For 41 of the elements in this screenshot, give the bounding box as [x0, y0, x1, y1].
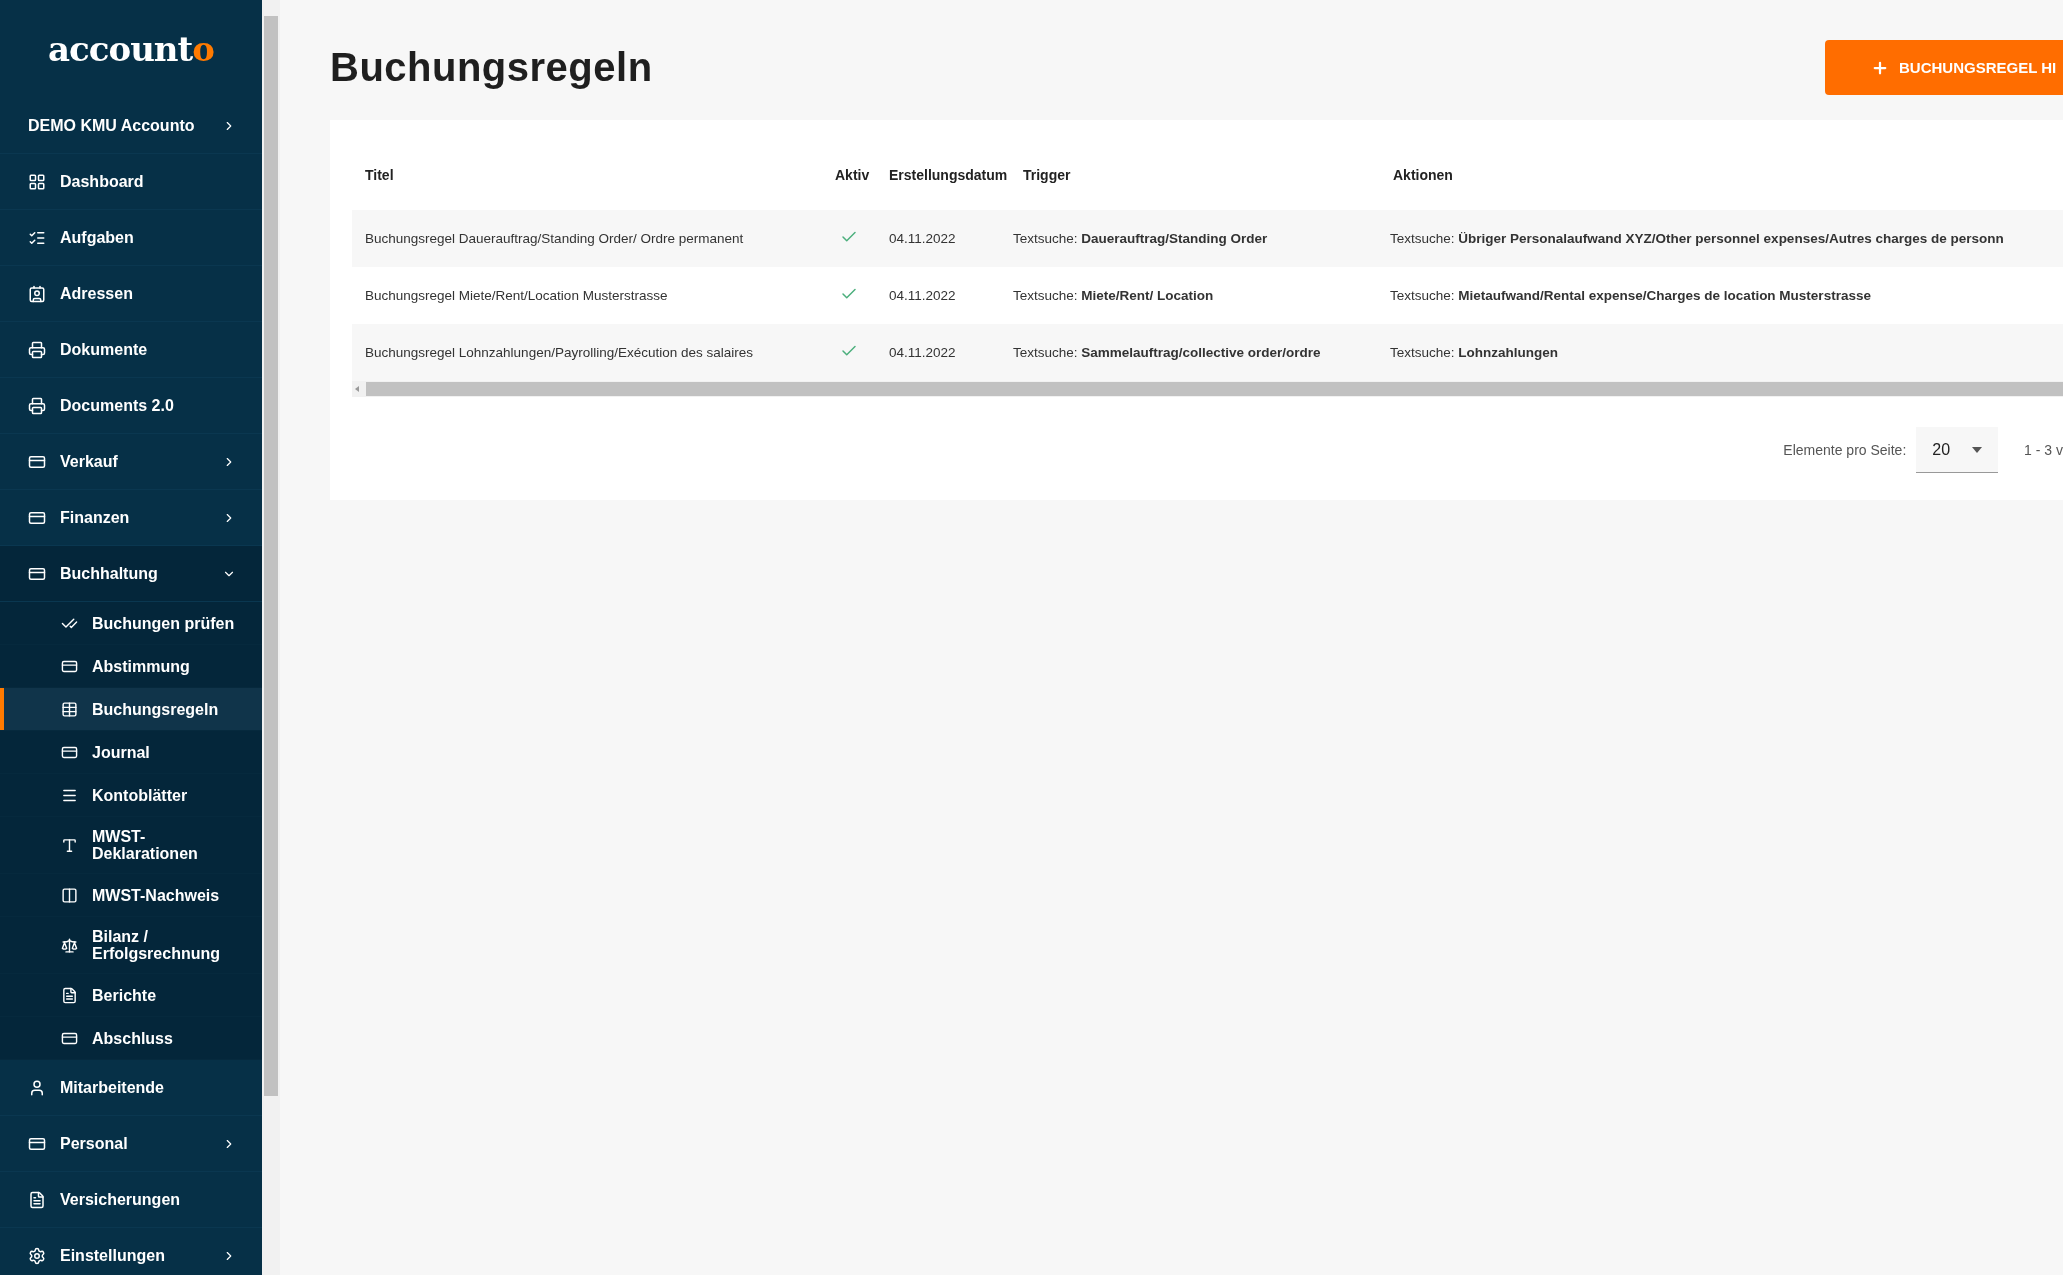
menu-item-icon [28, 1078, 46, 1097]
column-header[interactable]: Aktionen [1380, 167, 2063, 183]
table-cell-text: 04.11.2022 [888, 231, 957, 246]
sidebar-item[interactable]: Buchhaltung [0, 546, 262, 602]
table-cell-text: Textsuche: Mietaufwand/Rental expense/Charges de location Musterstrasse [1389, 288, 1872, 303]
column-header[interactable]: Erstellungsdatum [876, 167, 1010, 183]
menu-item-icon [61, 886, 78, 904]
vertical-scrollbar[interactable] [262, 0, 280, 1275]
page-size-label: Elemente pro Seite: [1783, 442, 1907, 458]
table-cell-text: Textsuche: Sammelauftrag/collective order/ordre [1012, 345, 1322, 360]
table-cell-text: Buchungsregel Lohnzahlungen/Payrolling/Exécution des salaires [364, 345, 754, 360]
table-cell-text: Textsuche: Übriger Personalaufwand XYZ/Other personnel expenses/Autres charges de personn [1389, 231, 2005, 246]
table-cell-text: Buchungsregel Miete/Rent/Location Musterstrasse [364, 288, 669, 303]
menu-item-icon [61, 986, 78, 1004]
logo: accounto [48, 29, 214, 69]
menu-item-icon [28, 284, 46, 303]
menu-item-icon [61, 836, 78, 854]
column-header[interactable]: Aktiv [822, 167, 876, 183]
table-cell-text: Textsuche: Miete/Rent/ Location [1012, 288, 1215, 303]
table-cell-text: Textsuche: Lohnzahlungen [1389, 345, 1560, 360]
table-row[interactable]: Buchungsregel Dauerauftrag/Standing Order/ Ordre permanent 04.11.2022 Textsuche: Dauerauftrag/Standing Order Textsuche: Übriger Personalaufwand XYZ/Other personnel expenses/Autres charges de personn [352, 210, 2063, 267]
horizontal-scrollbar[interactable] [352, 381, 2063, 397]
menu-item-icon [28, 340, 46, 359]
caret-icon [1972, 446, 1983, 453]
column-header[interactable]: Trigger [1010, 167, 1380, 183]
menu-item-icon [28, 396, 46, 415]
table-cell-text: Textsuche: Dauerauftrag/Standing Order [1012, 231, 1269, 246]
sidebar-subitem[interactable]: Buchungsregeln [0, 688, 262, 731]
table-cell-text: 04.11.2022 [888, 288, 957, 303]
menu-item-icon [28, 1246, 46, 1265]
menu-item-icon [61, 700, 78, 718]
menu-item-icon [28, 172, 46, 191]
table-cell-text: Buchungsregel Dauerauftrag/Standing Order/ Ordre permanent [364, 231, 745, 246]
menu-item-icon [61, 936, 78, 954]
page-title: Buchungsregeln [330, 45, 653, 90]
menu-item-icon [28, 1190, 46, 1209]
column-header[interactable]: Titel [352, 167, 822, 183]
table-row[interactable]: Buchungsregel Lohnzahlungen/Payrolling/Exécution des salaires 04.11.2022 Textsuche: Sammelauftrag/collective order/ordre Textsuche: Lohnzahlungen [352, 324, 2063, 381]
page-size-select[interactable]: 20 [1916, 427, 1999, 473]
page-range: 1 - 3 v [2023, 442, 2063, 458]
table-cell-text: 04.11.2022 [888, 345, 957, 360]
